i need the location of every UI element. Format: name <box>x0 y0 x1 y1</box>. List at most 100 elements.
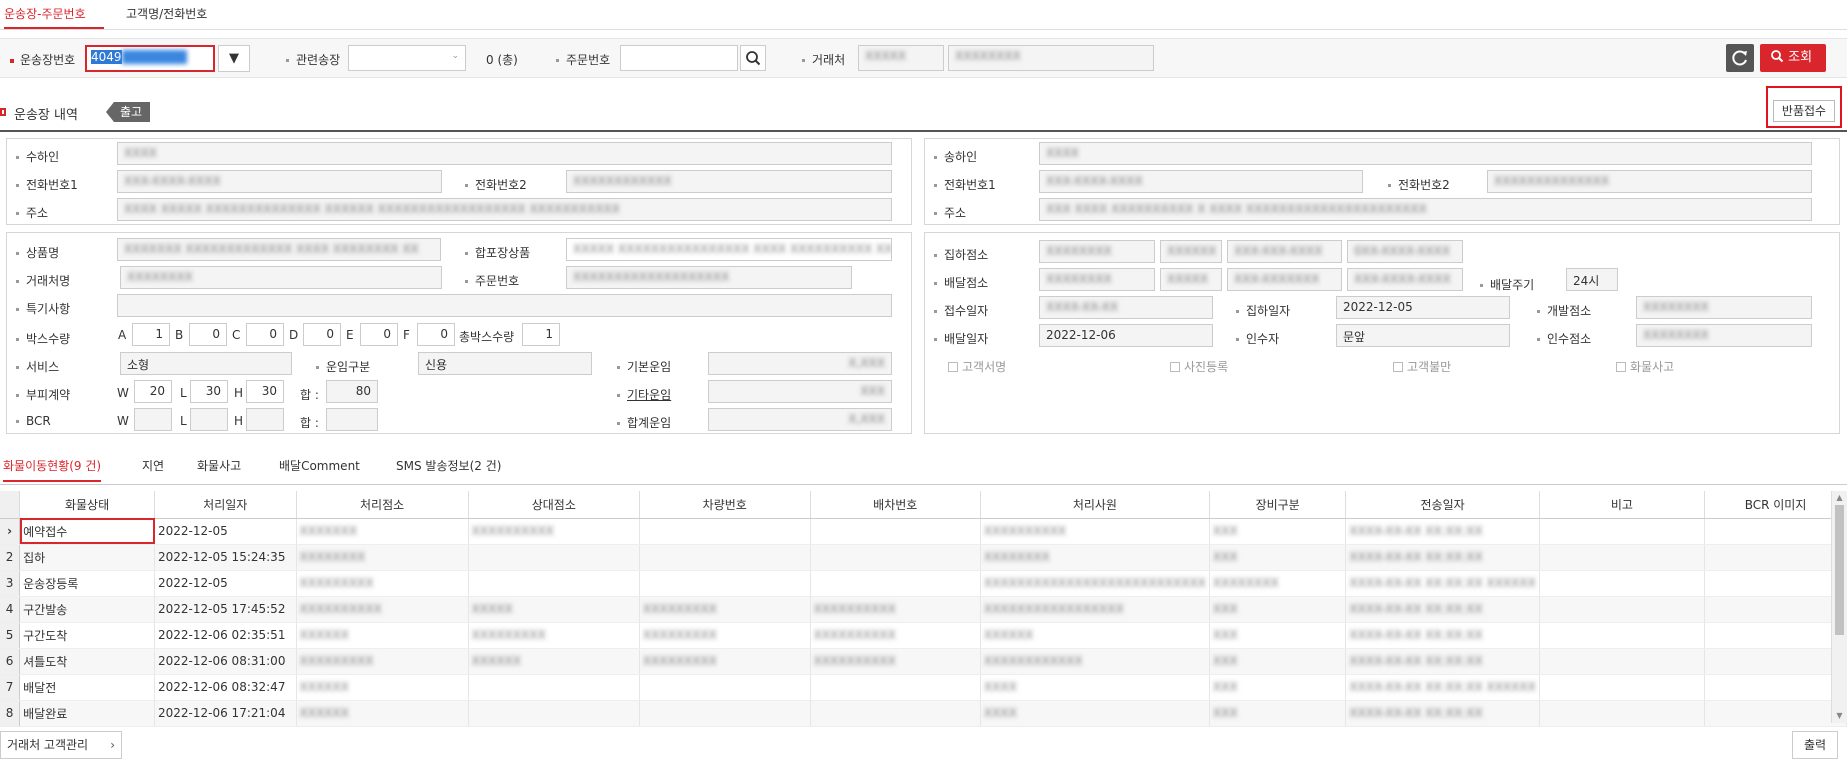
col-date[interactable]: 처리일자 <box>154 491 297 519</box>
chevron-down-icon: ⌄ <box>451 51 459 61</box>
accident-checkbox[interactable]: 화물사고 <box>1616 358 1674 375</box>
cell-staff: XXXXXXXX <box>980 544 1210 571</box>
sender-tel1-field: XXX-XXXX-XXXX <box>1039 170 1363 193</box>
cell-equip: XXX <box>1209 518 1347 545</box>
grid-scrollbar[interactable]: ▲ ▼ <box>1831 491 1847 723</box>
cell-office: XXXXXXXXX <box>296 648 469 675</box>
total-fare-field: X,XXX <box>708 408 892 431</box>
scrollbar-thumb[interactable] <box>1835 505 1844 635</box>
table-row[interactable]: 6 셔틀도착 2022-12-06 08:31:00 XXXXXXXXX XXXXXX X… <box>0 648 1847 675</box>
pickup-date-label: 집하일자 <box>1236 302 1290 319</box>
related-select[interactable]: ⌄ <box>348 45 466 71</box>
combined-select[interactable]: XXXXX XXXXXXXXXXXXXXXX XXXX XXXXXXXXXX X… <box>566 238 892 261</box>
cell-date: 2022-12-05 15:24:35 <box>154 544 297 571</box>
complaint-checkbox[interactable]: 고객불만 <box>1393 358 1451 375</box>
col-equip[interactable]: 장비구분 <box>1209 491 1347 519</box>
cell-dispatch <box>810 700 981 727</box>
tab-cargo-movement[interactable]: 화물이동현황(9 건) <box>3 457 102 482</box>
col-note[interactable]: 비고 <box>1539 491 1706 519</box>
box-size-field-b: 0 <box>189 323 227 346</box>
row-number: 5 <box>0 622 21 649</box>
receipt-date-label: 접수일자 <box>934 302 988 319</box>
volume-l-label: L <box>180 386 187 400</box>
scroll-up-arrow-icon[interactable]: ▲ <box>1832 491 1847 505</box>
goods-order-field: XXXXXXXXXXXXXXXXXXX <box>566 266 852 289</box>
fare-type-label: 운임구분 <box>316 358 370 375</box>
waybill-input[interactable]: 4049XXXXXXXX <box>85 45 215 72</box>
tab-waybill-order[interactable]: 운송장-주문번호 <box>4 5 104 29</box>
partner-customer-button[interactable]: 거래처 고객관리 › <box>0 731 122 759</box>
cell-note <box>1539 700 1706 727</box>
total-fare-label: 합계운임 <box>617 414 671 431</box>
box-size-label-e: E <box>346 328 354 342</box>
table-row[interactable]: 7 배달전 2022-12-06 08:32:47 XXXXXX XXXX XXX XXXX… <box>0 674 1847 701</box>
tab-sms[interactable]: SMS 발송정보(2 건) <box>396 457 501 474</box>
query-button[interactable]: 조회 <box>1760 44 1826 72</box>
waybill-label: 운송장번호 <box>10 51 75 68</box>
grid-header-row: 화물상태 처리일자 처리점소 상대점소 차량번호 배차번호 처리사원 장비구분 … <box>0 491 1847 519</box>
cell-staff: XXXXXXXXXXXX <box>980 648 1210 675</box>
box-size-field-e: 0 <box>360 323 398 346</box>
tab-cargo-accident[interactable]: 화물사고 <box>197 457 241 474</box>
cell-status: 배달전 <box>19 674 155 701</box>
customer-sign-checkbox[interactable]: 고객서명 <box>948 358 1006 375</box>
receipt-date-field: XXXX-XX-XX <box>1039 296 1213 319</box>
box-size-field-a: 1 <box>132 323 170 346</box>
row-number: 2 <box>0 544 21 571</box>
table-row[interactable]: 3 운송장등록 2022-12-05 XXXXXXXXX XXXXXXXXXXXXXXX… <box>0 570 1847 597</box>
col-sent-date[interactable]: 전송일자 <box>1345 491 1540 519</box>
deliver-office-name: XXXXXXXX <box>1039 268 1155 291</box>
col-bcr-image[interactable]: BCR 이미지 <box>1704 491 1847 519</box>
deliver-date-field: 2022-12-06 <box>1039 324 1213 347</box>
cell-status: 셔틀도착 <box>19 648 155 675</box>
tab-delay[interactable]: 지연 <box>142 457 164 474</box>
table-row[interactable]: 2 집하 2022-12-05 15:24:35 XXXXXXXX XXXXXXXX XX… <box>0 544 1847 571</box>
scroll-down-arrow-icon[interactable]: ▼ <box>1832 709 1847 723</box>
cell-note <box>1539 570 1706 597</box>
col-staff[interactable]: 처리사원 <box>980 491 1210 519</box>
table-row[interactable]: 8 배달완료 2022-12-06 17:21:04 XXXXXX XXXX XXX XXX… <box>0 700 1847 727</box>
col-peer-office[interactable]: 상대점소 <box>468 491 640 519</box>
cell-sent: XXXX-XX-XX XX:XX:XX XXXXXX <box>1345 674 1540 701</box>
cell-sent: XXXX-XX-XX XX:XX:XX <box>1345 518 1540 545</box>
receiver-tel2-field: XXXXXXXXXXXX <box>566 170 892 193</box>
cell-status: 구간도착 <box>19 622 155 649</box>
tab-delivery-comment[interactable]: 배달Comment <box>279 457 360 474</box>
cell-dispatch <box>810 544 981 571</box>
col-car[interactable]: 차량번호 <box>639 491 811 519</box>
deliver-date-label: 배달일자 <box>934 330 988 347</box>
tab-customer-phone[interactable]: 고객명/전화번호 <box>126 5 207 22</box>
box-qty-label: 박스수량 <box>16 330 70 347</box>
table-row[interactable]: 4 구간발송 2022-12-05 17:45:52 XXXXXXXXXX XXXXX X… <box>0 596 1847 623</box>
photo-reg-checkbox[interactable]: 사진등록 <box>1170 358 1228 375</box>
order-input[interactable] <box>620 45 738 71</box>
accept-office-field: XXXXXXXX <box>1636 324 1812 347</box>
cell-equip: XXX <box>1209 544 1347 571</box>
return-button[interactable]: 반품접수 <box>1773 100 1835 122</box>
cell-date: 2022-12-06 02:35:51 <box>154 622 297 649</box>
col-status[interactable]: 화물상태 <box>19 491 155 519</box>
deliver-office-label: 배달점소 <box>934 274 988 291</box>
table-row[interactable]: 5 구간도착 2022-12-06 02:35:51 XXXXXX XXXXXXXXX X… <box>0 622 1847 649</box>
table-row[interactable]: › 예약접수 2022-12-05 XXXXXXX XXXXXXXXXX XXXXXXXX… <box>0 518 1847 545</box>
cell-status: 배달완료 <box>19 700 155 727</box>
receiver-tel1-field: XXX-XXXX-XXXX <box>117 170 442 193</box>
cell-office: XXXXXX <box>296 674 469 701</box>
cell-equip: XXX <box>1209 648 1347 675</box>
cell-staff: XXXX <box>980 674 1210 701</box>
col-office[interactable]: 처리점소 <box>296 491 469 519</box>
col-dispatch[interactable]: 배차번호 <box>810 491 981 519</box>
cell-sent: XXXX-XX-XX XX:XX:XX <box>1345 648 1540 675</box>
cell-peer <box>468 570 640 597</box>
waybill-dropdown-button[interactable]: ▼ <box>218 45 250 72</box>
search-icon <box>1771 50 1784 63</box>
refresh-button[interactable] <box>1726 44 1754 72</box>
partner-name-field: XXXXXXXX <box>948 45 1154 71</box>
top-tabs-divider <box>0 29 1847 30</box>
print-button[interactable]: 출력 <box>1792 731 1838 759</box>
volume-h-label: H <box>234 386 244 400</box>
order-search-button[interactable] <box>740 45 766 71</box>
cell-bcr-image <box>1704 700 1847 727</box>
bcr-sum-label: 합 : <box>300 416 319 430</box>
other-fare-link[interactable]: 기타운임 <box>617 386 671 403</box>
